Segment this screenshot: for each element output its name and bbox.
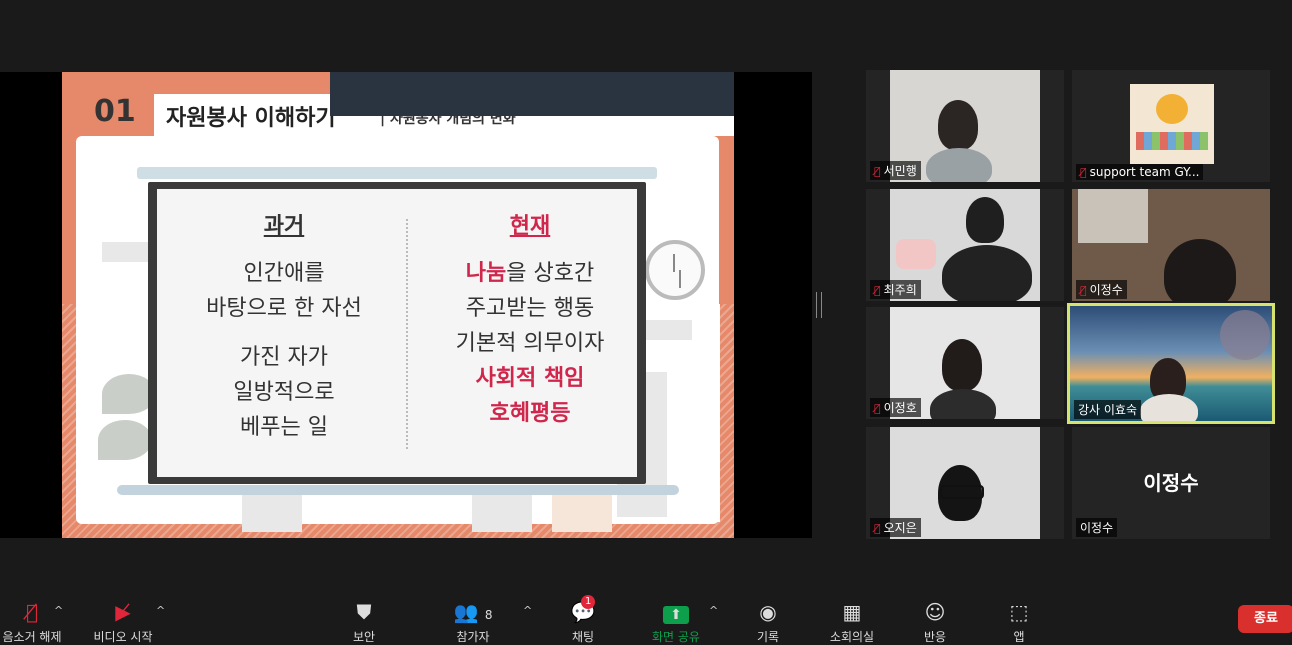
audio-options-caret[interactable]: ^ bbox=[54, 604, 63, 617]
heart-icon bbox=[1156, 94, 1188, 124]
reactions-button[interactable]: ☺ 반응 bbox=[916, 600, 954, 645]
present-line: 나눔을 상호간 bbox=[465, 261, 595, 286]
apps-button[interactable]: ⬚ 앱 bbox=[1002, 600, 1036, 645]
projector-rod bbox=[137, 167, 657, 179]
share-arrow-icon: ⬆ bbox=[663, 606, 689, 624]
video-off-name: 이정수 bbox=[1143, 471, 1199, 495]
participant-name: 강사 이효숙 bbox=[1078, 403, 1138, 417]
mic-muted-icon: 🎙̸ bbox=[874, 165, 881, 178]
active-speaker-tile[interactable]: 강사 이효숙 bbox=[1067, 303, 1275, 424]
smiley-plus-icon: ☺ bbox=[924, 600, 946, 624]
past-line: 바탕으로 한 자선 bbox=[206, 296, 362, 321]
record-button[interactable]: ◉ 기록 bbox=[750, 600, 786, 645]
participant-tile[interactable]: 이정수 이정수 bbox=[1072, 427, 1270, 539]
past-line: 가진 자가 bbox=[240, 345, 328, 370]
shared-screen: 01 자원봉사 이해하기 | 자원봉사 개념의 변화 과거 인간애를 바탕으로 … bbox=[0, 72, 812, 538]
mic-muted-icon: 🎙̸ bbox=[1080, 284, 1087, 297]
glasses-icon bbox=[940, 485, 984, 499]
present-line: 사회적 책임 bbox=[475, 366, 585, 391]
participant-tile[interactable]: 🎙̸ 오지은 bbox=[866, 427, 1064, 539]
participant-name: 최주희 bbox=[883, 283, 917, 297]
participant-name: support team GY... bbox=[1089, 165, 1200, 179]
past-column: 과거 인간애를 바탕으로 한 자선 가진 자가 일방적으로 베푸는 일 bbox=[169, 209, 399, 445]
meeting-toolbar: 🎙̸ 음소거 해제 ^ ▶̸ 비디오 시작 ^ ⛊ 보안 👥 8 참가자 ^ 💬… bbox=[0, 588, 1292, 644]
participant-tile[interactable]: 🎙̸ 서민행 bbox=[866, 70, 1064, 182]
participant-tile[interactable]: 🎙̸ 이정수 bbox=[1072, 189, 1270, 301]
participant-tile[interactable]: 🎙̸ support team GY... bbox=[1072, 70, 1270, 182]
leaf-decoration bbox=[98, 420, 152, 460]
mic-muted-icon: 🎙̸ bbox=[874, 402, 881, 415]
shield-icon: ⛊ bbox=[356, 600, 372, 624]
participants-options-caret[interactable]: ^ bbox=[523, 604, 532, 617]
video-off-icon: ▶̸ bbox=[115, 600, 131, 624]
present-heading: 현재 bbox=[509, 214, 551, 239]
team-logo bbox=[1130, 84, 1214, 164]
clock-icon bbox=[645, 240, 705, 300]
chat-button[interactable]: 💬 1 채팅 bbox=[563, 595, 603, 645]
end-meeting-button[interactable]: 종료 bbox=[1238, 605, 1292, 633]
mic-muted-icon: 🎙̸ bbox=[874, 284, 881, 297]
mic-muted-icon: 🎙̸ bbox=[1080, 166, 1087, 179]
projector-rod-bottom bbox=[117, 485, 679, 495]
resize-handle[interactable] bbox=[816, 292, 822, 318]
record-icon: ◉ bbox=[759, 600, 777, 624]
share-options-caret[interactable]: ^ bbox=[709, 604, 718, 617]
participant-name: 이정수 bbox=[1080, 521, 1114, 535]
participant-name: 이정수 bbox=[1089, 283, 1123, 297]
security-button[interactable]: ⛊ 보안 bbox=[344, 600, 384, 645]
presentation-slide: 01 자원봉사 이해하기 | 자원봉사 개념의 변화 과거 인간애를 바탕으로 … bbox=[62, 72, 734, 538]
past-line: 인간애를 bbox=[243, 261, 325, 286]
participant-tile[interactable]: 🎙̸ 최주희 bbox=[866, 189, 1064, 301]
present-column: 현재 나눔을 상호간 주고받는 행동 기본적 의무이자 사회적 책임 호혜평등 bbox=[415, 209, 645, 431]
screen-overlay-bar bbox=[330, 72, 734, 116]
participants-button[interactable]: 👥 8 참가자 bbox=[448, 600, 498, 645]
participant-tile[interactable]: 🎙̸ 이정호 bbox=[866, 307, 1064, 419]
present-line: 기본적 의무이자 bbox=[455, 331, 605, 356]
past-line: 베푸는 일 bbox=[240, 415, 328, 440]
column-divider bbox=[406, 219, 408, 449]
participant-count: 8 bbox=[484, 608, 493, 622]
video-options-caret[interactable]: ^ bbox=[156, 604, 165, 617]
breakout-rooms-button[interactable]: ▦ 소회의실 bbox=[823, 600, 881, 645]
participant-name: 오지은 bbox=[883, 521, 917, 535]
past-line: 일방적으로 bbox=[233, 380, 335, 405]
apps-icon: ⬚ bbox=[1009, 600, 1029, 624]
slide-number: 01 bbox=[94, 94, 136, 129]
past-heading: 과거 bbox=[263, 214, 305, 239]
present-line: 주고받는 행동 bbox=[465, 296, 595, 321]
participant-name: 서민행 bbox=[883, 164, 917, 178]
participant-name: 이정호 bbox=[883, 401, 917, 415]
present-line: 호혜평등 bbox=[489, 401, 571, 426]
projector-screen: 과거 인간애를 바탕으로 한 자선 가진 자가 일방적으로 베푸는 일 현재 나… bbox=[148, 182, 646, 484]
unmute-button[interactable]: 🎙̸ 음소거 해제 bbox=[2, 600, 62, 645]
grid-icon: ▦ bbox=[842, 600, 862, 624]
mic-muted-icon: 🎙̸ bbox=[874, 522, 881, 535]
share-screen-button[interactable]: ⬆ 화면 공유 bbox=[646, 600, 706, 645]
slide-title: 자원봉사 이해하기 bbox=[166, 106, 336, 131]
mic-muted-icon: 🎙̸ bbox=[25, 600, 38, 624]
start-video-button[interactable]: ▶̸ 비디오 시작 bbox=[88, 600, 158, 645]
people-icon: 👥 bbox=[453, 600, 479, 624]
